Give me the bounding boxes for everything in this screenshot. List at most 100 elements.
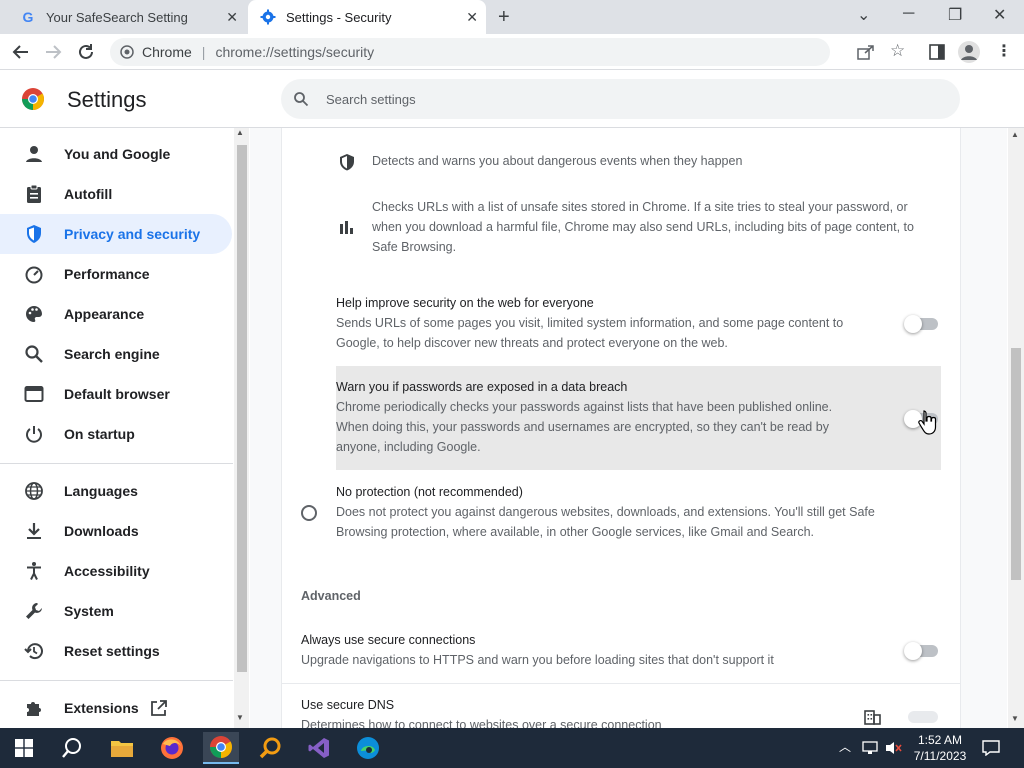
tab-safesearch[interactable]: G Your SafeSearch Setting ✕ [8,0,246,34]
secure-dns-title: Use secure DNS [301,698,395,712]
detect-warn-text: Detects and warns you about dangerous ev… [372,154,743,168]
clipboard-icon [27,184,41,203]
tab-title: Settings - Security [286,9,392,25]
sidebar-item-you-and-google[interactable]: You and Google [0,134,232,174]
shield-icon [27,225,41,243]
download-icon [27,523,41,539]
sidebar-item-label: Search engine [64,346,160,362]
sidebar-item-on-startup[interactable]: On startup [0,414,232,454]
firefox-icon[interactable] [154,732,190,764]
no-protection-title: No protection (not recommended) [336,485,523,499]
sidebar-item-languages[interactable]: Languages [0,471,232,511]
back-arrow-icon[interactable] [10,41,32,63]
sidebar-item-label: On startup [64,426,135,442]
side-panel-icon[interactable] [929,44,945,60]
address-bar[interactable]: Chrome | chrome://settings/security [110,38,830,66]
sidebar-item-accessibility[interactable]: Accessibility [0,551,232,591]
person-icon [26,146,42,162]
profile-avatar-icon[interactable] [958,41,980,63]
sidebar-item-label: Reset settings [64,643,160,659]
main-scrollbar-thumb[interactable] [1011,348,1021,580]
taskbar-search-icon[interactable] [54,732,90,764]
sidebar-item-label: Downloads [64,523,139,539]
secure-dns-desc: Determines how to connect to websites ov… [301,718,662,728]
close-tab-icon[interactable]: ✕ [466,9,478,26]
sidebar-item-label: Extensions [64,700,139,716]
windows-taskbar: ︿ 1:52 AM 7/11/2023 [0,728,1024,768]
magnifier-app-icon[interactable] [252,732,288,764]
password-warning-desc-line1: Chrome periodically checks your password… [336,400,833,414]
sidebar-item-autofill[interactable]: Autofill [0,174,232,214]
sidebar-item-search-engine[interactable]: Search engine [0,334,232,374]
windows-start-icon[interactable] [6,732,42,764]
https-desc: Upgrade navigations to HTTPS and warn yo… [301,653,774,667]
bookmark-star-icon[interactable]: ☆ [890,41,905,61]
password-warning-desc-line2: When doing this, your passwords and user… [336,420,829,434]
bar-chart-icon [340,221,353,234]
tab-strip: G Your SafeSearch Setting ✕ Settings - S… [0,0,1024,34]
system-clock[interactable]: 1:52 AM 7/11/2023 [910,732,970,764]
chrome-taskbar-icon[interactable] [203,732,239,764]
tray-chevron-up-icon[interactable]: ︿ [839,738,851,755]
help-improve-toggle[interactable] [904,315,938,333]
help-improve-desc-line2: Google, to help discover new threats and… [336,336,728,350]
sidebar-item-label: Appearance [64,306,145,322]
no-protection-radio[interactable] [301,505,317,521]
sidebar-item-reset-settings[interactable]: Reset settings [0,631,232,671]
visual-studio-icon[interactable] [301,732,337,764]
checks-urls-text-line3: Safe Browsing. [372,240,457,254]
sidebar-scrollbar-thumb[interactable] [237,145,247,672]
close-window-icon[interactable]: ✕ [993,5,1006,25]
edge-icon[interactable] [350,732,386,764]
reload-icon[interactable] [75,41,97,63]
settings-header: Settings [0,70,1024,128]
file-explorer-icon[interactable] [104,732,140,764]
network-icon[interactable] [862,741,878,755]
scroll-down-arrow-icon[interactable]: ▼ [1011,714,1019,723]
google-favicon-icon: G [22,9,34,25]
sidebar-item-label: Accessibility [64,563,150,579]
https-toggle[interactable] [904,642,938,660]
sidebar-item-extensions[interactable]: Extensions [0,688,232,728]
sidebar-item-appearance[interactable]: Appearance [0,294,232,334]
gear-icon [260,9,276,25]
scroll-up-arrow-icon[interactable]: ▲ [236,128,244,137]
power-icon [26,426,42,443]
notifications-icon[interactable] [982,740,1000,756]
sidebar-item-privacy-and-security[interactable]: Privacy and security [0,214,232,254]
new-tab-plus-icon[interactable]: + [498,6,510,29]
url-text: chrome://settings/security [215,44,375,60]
puzzle-icon [27,702,41,716]
share-icon[interactable] [857,44,875,60]
help-improve-title: Help improve security on the web for eve… [336,296,594,310]
scroll-down-arrow-icon[interactable]: ▼ [236,713,244,722]
sidebar-item-downloads[interactable]: Downloads [0,511,232,551]
chrome-site-icon [120,45,134,59]
search-icon [294,92,309,107]
restore-icon[interactable]: ❐ [948,5,962,25]
wrench-icon [26,603,42,619]
tab-search-chevron-icon[interactable]: ⌄ [857,5,870,25]
minimize-icon[interactable]: ─ [903,5,914,23]
close-tab-icon[interactable]: ✕ [226,9,238,26]
sidebar-item-label: You and Google [64,146,171,162]
no-protection-desc-line2: Browsing protection, where available, in… [336,525,815,539]
sidebar-divider [0,463,233,464]
shield-check-icon [340,154,354,171]
search-input[interactable] [326,79,926,119]
sidebar-item-default-browser[interactable]: Default browser [0,374,232,414]
menu-dots-icon[interactable]: ⋮ [996,41,1012,61]
forward-arrow-icon[interactable] [42,41,64,63]
tab-settings-security[interactable]: Settings - Security ✕ [248,0,486,34]
omnibox-separator: | [201,44,206,60]
scroll-up-arrow-icon[interactable]: ▲ [1011,130,1019,139]
sidebar-item-label: Languages [64,483,138,499]
sidebar-item-system[interactable]: System [0,591,232,631]
clock-time: 1:52 AM [917,733,963,747]
volume-muted-icon[interactable] [885,741,903,755]
settings-search-box[interactable] [281,79,960,119]
checks-urls-text-line1: Checks URLs with a list of unsafe sites … [372,200,908,214]
checks-urls-text-line2: when you download a harmful file, Chrome… [372,220,914,234]
no-protection-desc-line1: Does not protect you against dangerous w… [336,505,875,519]
sidebar-item-performance[interactable]: Performance [0,254,232,294]
